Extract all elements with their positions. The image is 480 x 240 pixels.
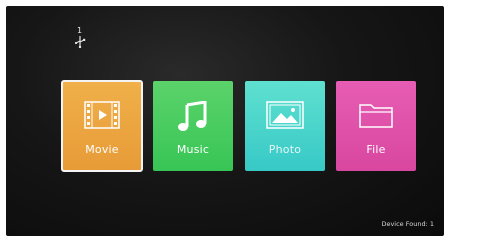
usb-count: 1 xyxy=(77,26,83,35)
movie-tile[interactable]: Movie xyxy=(61,80,143,172)
music-tile[interactable]: Music xyxy=(153,81,233,171)
movie-label: Movie xyxy=(85,143,119,156)
folder-icon xyxy=(359,104,393,128)
music-note-icon xyxy=(178,101,207,131)
file-tile[interactable]: File xyxy=(336,81,416,171)
music-label: Music xyxy=(176,143,210,156)
photo-label: Photo xyxy=(268,143,302,156)
photo-tile[interactable]: Photo xyxy=(245,81,325,171)
device-found-status: Device Found: 1 xyxy=(381,220,434,228)
usb-indicator: 1 xyxy=(74,26,90,50)
media-player-screen: 1 Movie Music Photo File Device Found: 1 xyxy=(6,6,444,236)
image-icon xyxy=(266,101,304,129)
usb-icon xyxy=(74,36,86,48)
film-icon xyxy=(84,101,120,129)
file-label: File xyxy=(366,143,386,156)
